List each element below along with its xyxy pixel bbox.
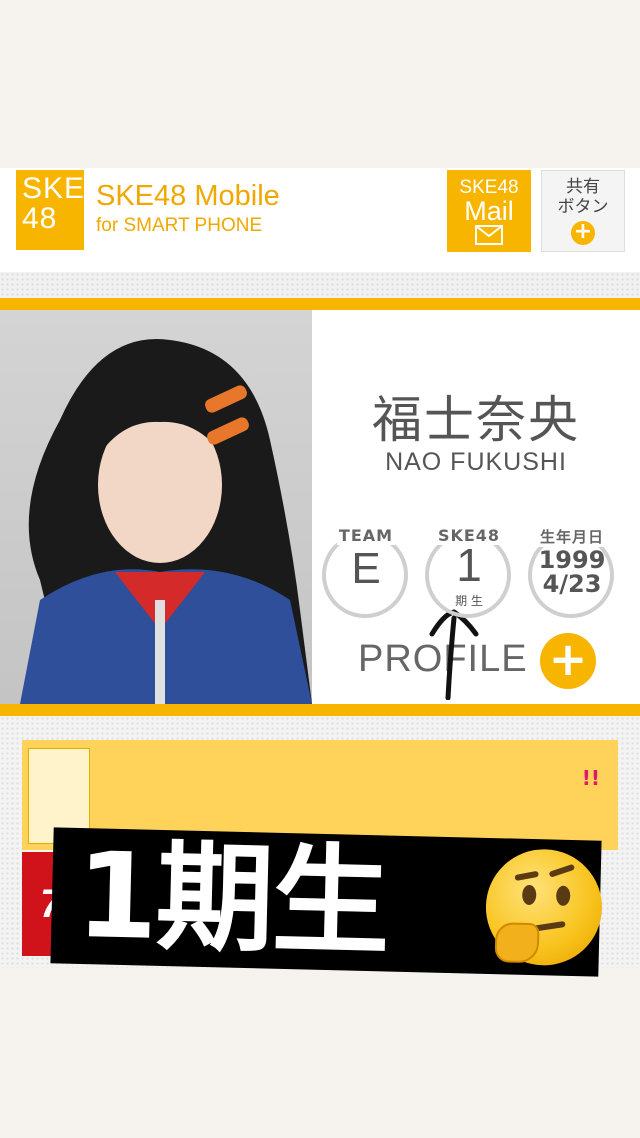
birthday-caption: 生年月日 xyxy=(537,526,606,547)
birthday-badge: 生年月日 1999 4/23 xyxy=(528,526,616,618)
mail-label-top: SKE48 xyxy=(459,177,519,198)
share-label-line2: ボタン xyxy=(557,197,609,217)
member-photo xyxy=(0,310,312,704)
birthday-date: 4/23 xyxy=(542,570,602,598)
member-name-romaji: NAO FUKUSHI xyxy=(385,448,567,476)
dotted-divider xyxy=(0,272,640,298)
plus-icon: + xyxy=(571,221,595,245)
mail-label-bottom: Mail xyxy=(464,196,514,226)
member-portrait-illustration xyxy=(20,339,312,704)
thinking-face-icon xyxy=(484,847,604,967)
team-caption: TEAM xyxy=(336,526,396,545)
share-button[interactable]: 共有 ボタン + xyxy=(541,170,625,252)
birthday-year: 1999 xyxy=(538,546,606,574)
brand-title: SKE48 Mobile xyxy=(96,180,280,212)
share-label-line1: 共有 xyxy=(566,177,600,197)
generation-sub: 期 生 xyxy=(455,594,483,608)
brand-subtitle: for SMART PHONE xyxy=(96,215,263,236)
team-value: E xyxy=(351,544,381,593)
brand: SKE48 Mobile for SMART PHONE xyxy=(96,180,280,237)
accent-bar-bottom xyxy=(0,704,640,716)
banner-exclaim: !! xyxy=(581,766,600,790)
generation-value: 1 xyxy=(456,539,482,591)
sticker-caption: 1期生 xyxy=(74,825,390,972)
generation-badge: SKE48 1 期 生 xyxy=(425,526,513,618)
member-name-kanji: 福士奈央 xyxy=(372,391,580,449)
caption-sticker: 1期生 xyxy=(50,826,604,977)
ske48-logo[interactable]: SKE 48 xyxy=(16,170,84,250)
profile-plus-icon[interactable]: + xyxy=(540,633,596,689)
team-badge: TEAM E xyxy=(322,526,410,618)
accent-bar-top xyxy=(0,298,640,310)
mail-button[interactable]: SKE48 Mail xyxy=(447,170,531,252)
birthday-value: 1999 4/23 xyxy=(528,548,616,596)
envelope-icon xyxy=(475,225,503,245)
header: SKE 48 SKE48 Mobile for SMART PHONE SKE4… xyxy=(0,168,640,268)
